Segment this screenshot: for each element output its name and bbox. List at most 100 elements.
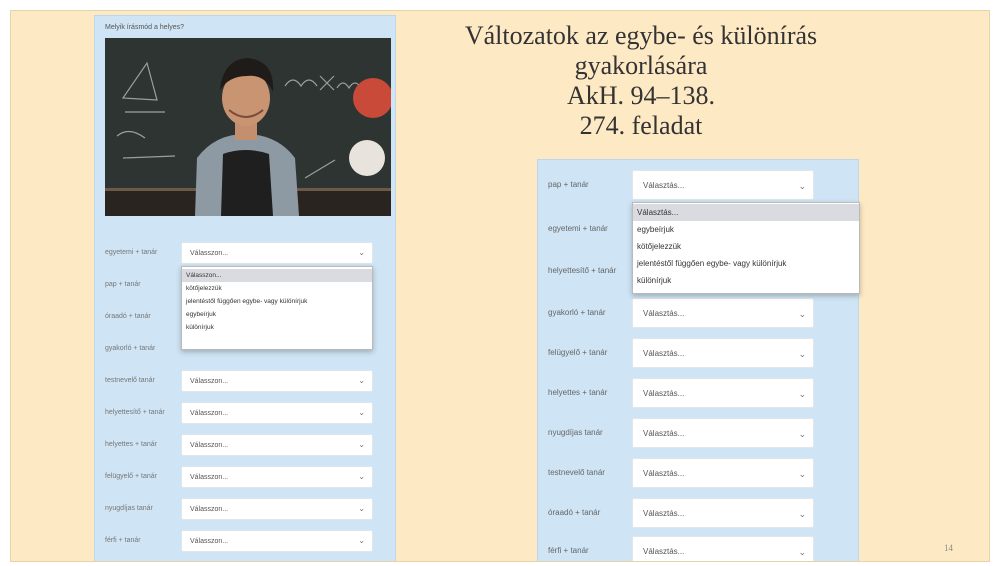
select-value: Válasszon... bbox=[190, 442, 229, 449]
row-label: nyugdíjas tanár bbox=[105, 505, 153, 512]
row-label: helyettes + tanár bbox=[105, 441, 157, 448]
teacher-photo-icon bbox=[105, 38, 391, 216]
select-value: Válasszon... bbox=[190, 378, 229, 385]
title-line: AkH. 94–138. bbox=[566, 81, 716, 110]
dropdown-option[interactable]: jelentéstől függően egybe- vagy különírj… bbox=[633, 255, 859, 272]
right-row: pap + tanár Választás... ⌄ bbox=[538, 170, 858, 204]
answer-select[interactable]: Választás... ⌄ bbox=[632, 170, 814, 200]
dropdown-list: Válasszon... kötőjelezzük jelentéstől fü… bbox=[181, 266, 373, 350]
row-label: férfi + tanár bbox=[105, 537, 141, 544]
row-label: óraadó + tanár bbox=[548, 508, 601, 517]
chevron-down-icon: ⌄ bbox=[798, 547, 806, 557]
row-label: egyetemi + tanár bbox=[548, 224, 608, 233]
right-quiz-panel: pap + tanár Választás... ⌄ egyetemi + ta… bbox=[537, 159, 860, 561]
slide: Melyik írásmód a helyes? egyetemi + taná… bbox=[10, 10, 990, 562]
dropdown-option[interactable]: jelentéstől függően egybe- vagy különírj… bbox=[182, 295, 372, 308]
row-label: óraadó + tanár bbox=[105, 313, 151, 320]
title-line: 274. feladat bbox=[579, 111, 703, 140]
chevron-down-icon: ⌄ bbox=[798, 509, 806, 519]
left-row: férfi + tanár Válasszon... ⌄ bbox=[95, 530, 395, 554]
chevron-down-icon: ⌄ bbox=[358, 504, 365, 513]
answer-select[interactable]: Válasszon... ⌄ bbox=[181, 370, 373, 392]
select-value: Válasszon... bbox=[190, 474, 229, 481]
left-quiz-panel: Melyik írásmód a helyes? egyetemi + taná… bbox=[94, 15, 396, 561]
dropdown-option[interactable]: Válasszon... bbox=[182, 269, 372, 282]
row-label: testnevelő tanár bbox=[548, 468, 605, 477]
slide-title: Változatok az egybe- és különírás gyakor… bbox=[441, 21, 841, 141]
select-value: Választás... bbox=[643, 469, 685, 478]
answer-select[interactable]: Választás... ⌄ bbox=[632, 378, 814, 408]
row-label: férfi + tanár bbox=[548, 546, 589, 555]
answer-select[interactable]: Válasszon... ⌄ bbox=[181, 466, 373, 488]
right-row: férfi + tanár Választás... ⌄ bbox=[538, 536, 858, 561]
answer-select[interactable]: Választás... ⌄ bbox=[632, 498, 814, 528]
answer-select[interactable]: Választás... ⌄ bbox=[632, 536, 814, 561]
row-label: felügyelő + tanár bbox=[548, 348, 608, 357]
dropdown-list: Választás... egybeírjuk kötőjelezzük jel… bbox=[632, 202, 860, 294]
answer-select[interactable]: Válasszon... ⌄ bbox=[181, 242, 373, 264]
row-label: pap + tanár bbox=[548, 180, 589, 189]
left-row: testnevelő tanár Válasszon... ⌄ bbox=[95, 370, 395, 394]
page-number: 14 bbox=[944, 543, 953, 553]
right-row: testnevelő tanár Választás... ⌄ bbox=[538, 458, 858, 492]
answer-select[interactable]: Választás... ⌄ bbox=[632, 298, 814, 328]
chevron-down-icon: ⌄ bbox=[798, 389, 806, 399]
dropdown-option[interactable]: egybeírjuk bbox=[182, 308, 372, 321]
chevron-down-icon: ⌄ bbox=[798, 349, 806, 359]
dropdown-option[interactable]: kötőjelezzük bbox=[633, 238, 859, 255]
left-row: felügyelő + tanár Válasszon... ⌄ bbox=[95, 466, 395, 490]
row-label: egyetemi + tanár bbox=[105, 249, 158, 256]
select-value: Választás... bbox=[643, 349, 685, 358]
right-row: nyugdíjas tanár Választás... ⌄ bbox=[538, 418, 858, 452]
chevron-down-icon: ⌄ bbox=[798, 309, 806, 319]
row-label: gyakorló + tanár bbox=[548, 308, 606, 317]
answer-select[interactable]: Választás... ⌄ bbox=[632, 458, 814, 488]
select-value: Választás... bbox=[643, 509, 685, 518]
select-value: Választás... bbox=[643, 389, 685, 398]
chevron-down-icon: ⌄ bbox=[358, 536, 365, 545]
chevron-down-icon: ⌄ bbox=[358, 248, 365, 257]
left-row: nyugdíjas tanár Válasszon... ⌄ bbox=[95, 498, 395, 522]
row-label: felügyelő + tanár bbox=[105, 473, 157, 480]
select-value: Válasszon... bbox=[190, 410, 229, 417]
chevron-down-icon: ⌄ bbox=[358, 376, 365, 385]
row-label: gyakorló + tanár bbox=[105, 345, 156, 352]
row-label: nyugdíjas tanár bbox=[548, 428, 603, 437]
chevron-down-icon: ⌄ bbox=[798, 469, 806, 479]
chevron-down-icon: ⌄ bbox=[798, 181, 806, 191]
answer-select[interactable]: Választás... ⌄ bbox=[632, 338, 814, 368]
select-value: Választás... bbox=[643, 547, 685, 556]
answer-select[interactable]: Válasszon... ⌄ bbox=[181, 434, 373, 456]
right-row: gyakorló + tanár Választás... ⌄ bbox=[538, 298, 858, 332]
title-line: gyakorlására bbox=[574, 51, 708, 80]
row-label: helyettesítő + tanár bbox=[548, 266, 617, 275]
dropdown-option[interactable]: kötőjelezzük bbox=[182, 282, 372, 295]
row-label: pap + tanár bbox=[105, 281, 141, 288]
right-row: felügyelő + tanár Választás... ⌄ bbox=[538, 338, 858, 372]
chevron-down-icon: ⌄ bbox=[358, 472, 365, 481]
left-row: egyetemi + tanár Válasszon... ⌄ bbox=[95, 242, 395, 266]
question-text: Melyik írásmód a helyes? bbox=[105, 24, 184, 31]
left-row: helyettesítő + tanár Válasszon... ⌄ bbox=[95, 402, 395, 426]
dropdown-option[interactable]: különírjuk bbox=[182, 321, 372, 334]
row-label: helyettesítő + tanár bbox=[105, 409, 165, 416]
row-label: helyettes + tanár bbox=[548, 388, 608, 397]
dropdown-option[interactable]: egybeírjuk bbox=[633, 221, 859, 238]
select-value: Válasszon... bbox=[190, 250, 229, 257]
right-row: óraadó + tanár Választás... ⌄ bbox=[538, 498, 858, 532]
answer-select[interactable]: Válasszon... ⌄ bbox=[181, 530, 373, 552]
select-value: Válasszon... bbox=[190, 506, 229, 513]
answer-select[interactable]: Válasszon... ⌄ bbox=[181, 402, 373, 424]
chevron-down-icon: ⌄ bbox=[358, 440, 365, 449]
answer-select[interactable]: Választás... ⌄ bbox=[632, 418, 814, 448]
row-label: testnevelő tanár bbox=[105, 377, 155, 384]
select-value: Válasszon... bbox=[190, 538, 229, 545]
dropdown-option[interactable]: Választás... bbox=[633, 204, 859, 221]
chevron-down-icon: ⌄ bbox=[358, 408, 365, 417]
select-value: Választás... bbox=[643, 429, 685, 438]
answer-select[interactable]: Válasszon... ⌄ bbox=[181, 498, 373, 520]
title-line: Változatok az egybe- és különírás bbox=[464, 21, 818, 50]
select-value: Választás... bbox=[643, 181, 685, 190]
select-value: Választás... bbox=[643, 309, 685, 318]
dropdown-option[interactable]: különírjuk bbox=[633, 272, 859, 289]
